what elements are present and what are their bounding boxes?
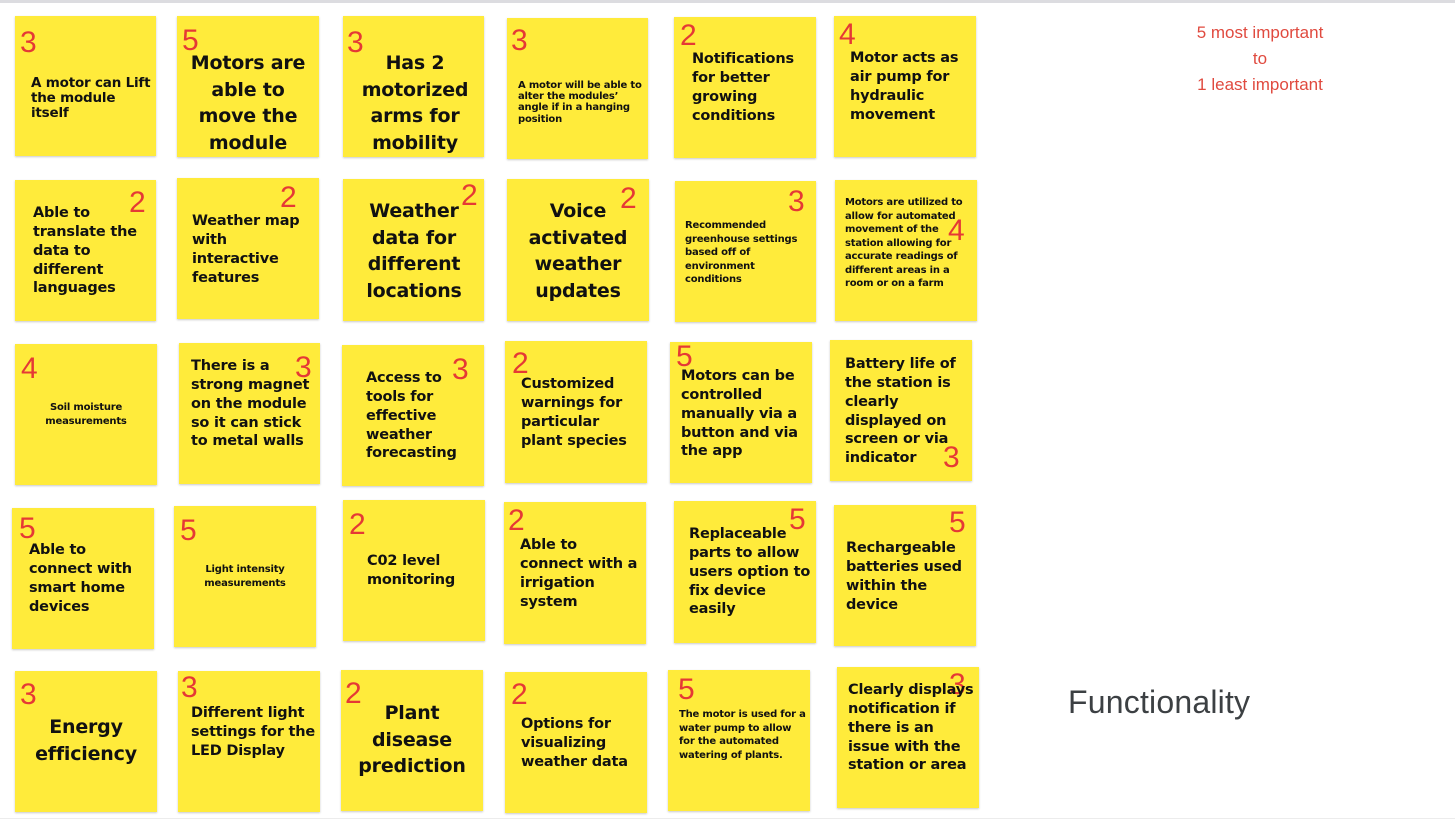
- note-text: Light intensity measurements: [204, 564, 286, 589]
- note-text: Weather map with interactive features: [192, 213, 300, 286]
- priority-legend: 5 most important to 1 least important: [1160, 20, 1360, 98]
- note-text: Options for visualizing weather data: [521, 716, 628, 770]
- priority-score: 2: [280, 181, 297, 214]
- note-text: Energy efficiency: [35, 716, 137, 765]
- priority-score: 3: [20, 26, 37, 59]
- note-text: C02 level monitoring: [367, 553, 456, 588]
- sticky-note[interactable]: 2 Weather data for different locations: [343, 179, 484, 321]
- note-text: Able to translate the data to different …: [33, 205, 137, 297]
- priority-score: 4: [21, 352, 38, 385]
- sticky-note[interactable]: 3 A motor will be able to alter the modu…: [507, 18, 648, 159]
- note-text: Rechargeable batteries used within the d…: [846, 540, 962, 613]
- sticky-note[interactable]: 4 Motors are utilized to allow for autom…: [835, 180, 977, 321]
- note-text: Motors are able to move the module: [190, 52, 306, 154]
- note-text: Customized warnings for particular plant…: [521, 376, 627, 449]
- sticky-note[interactable]: 5 Able to connect with smart home device…: [12, 508, 154, 649]
- priority-score: 4: [839, 18, 856, 51]
- note-text: Able to connect with a irrigation system: [520, 537, 638, 610]
- sticky-note[interactable]: 3 Clearly displays notification if there…: [837, 667, 979, 808]
- note-text: A motor will be able to alter the module…: [518, 80, 642, 125]
- sticky-note[interactable]: 2 C02 level monitoring: [343, 500, 485, 641]
- sticky-note[interactable]: 5 Rechargeable batteries used within the…: [834, 505, 976, 646]
- sticky-note[interactable]: 2 Able to translate the data to differen…: [15, 180, 156, 321]
- sticky-note[interactable]: 2 Able to connect with a irrigation syst…: [504, 502, 646, 644]
- sticky-note[interactable]: 5 Motors can be controlled manually via …: [670, 342, 812, 483]
- legend-line-to: to: [1252, 49, 1268, 68]
- sticky-note[interactable]: 3 Has 2 motorized arms for mobility: [343, 16, 484, 157]
- sticky-note[interactable]: 3 Access to tools for effective weather …: [342, 345, 484, 486]
- sticky-note[interactable]: 2 Notifications for better growing condi…: [674, 17, 816, 158]
- priority-score: 3: [181, 671, 198, 704]
- category-title: Functionality: [1068, 684, 1251, 720]
- sticky-note[interactable]: 2 Customized warnings for particular pla…: [505, 341, 647, 483]
- priority-score: 2: [680, 19, 697, 52]
- legend-line-most: 5 most important: [1196, 23, 1324, 42]
- priority-score: 5: [678, 673, 695, 706]
- priority-score: 2: [508, 504, 525, 537]
- priority-score: 2: [511, 678, 528, 711]
- sticky-note[interactable]: 3 Recommended greenhouse settings based …: [675, 181, 816, 322]
- note-text: Notifications for better growing conditi…: [692, 51, 794, 124]
- sticky-note[interactable]: 2 Plant disease prediction: [341, 670, 483, 811]
- sticky-note[interactable]: 2 Options for visualizing weather data: [505, 672, 647, 813]
- note-text: Soil moisture measurements: [45, 402, 127, 427]
- priority-score: 3: [20, 678, 37, 711]
- priority-score: 5: [19, 512, 36, 545]
- priority-score: 2: [349, 508, 366, 541]
- note-text: Has 2 motorized arms for mobility: [361, 52, 469, 154]
- note-text: Motor acts as air pump for hydraulic mov…: [850, 50, 959, 123]
- sticky-note[interactable]: 5 The motor is used for a water pump to …: [668, 670, 810, 811]
- note-text: Access to tools for effective weather fo…: [366, 370, 457, 462]
- whiteboard-canvas[interactable]: 3 A motor can Lift the module itself 5 M…: [0, 0, 1455, 821]
- note-text: Clearly displays notification if there i…: [848, 682, 974, 774]
- sticky-note[interactable]: 5 Motors are able to move the module: [177, 16, 319, 157]
- sticky-note[interactable]: 2 Weather map with interactive features: [177, 178, 319, 319]
- note-text: Motors can be controlled manually via a …: [681, 368, 798, 460]
- bottom-border: [0, 818, 1455, 819]
- sticky-note[interactable]: 3 There is a strong magnet on the module…: [179, 343, 320, 484]
- note-text: A motor can Lift the module itself: [31, 75, 151, 122]
- sticky-note[interactable]: 3 A motor can Lift the module itself: [15, 16, 156, 156]
- note-text: There is a strong magnet on the module s…: [191, 358, 310, 450]
- note-text: Different light settings for the LED Dis…: [191, 705, 316, 759]
- note-text: Replaceable parts to allow users option …: [689, 526, 811, 618]
- sticky-note[interactable]: 3 Different light settings for the LED D…: [178, 671, 320, 812]
- legend-line-least: 1 least important: [1197, 75, 1323, 94]
- note-text: Plant disease prediction: [358, 702, 466, 778]
- sticky-note[interactable]: 4 Motor acts as air pump for hydraulic m…: [834, 16, 976, 157]
- sticky-note[interactable]: 5 Replaceable parts to allow users optio…: [674, 501, 816, 643]
- note-text: Voice activated weather updates: [528, 200, 628, 302]
- priority-score: 3: [511, 24, 528, 57]
- sticky-note[interactable]: 3 Energy efficiency: [15, 671, 157, 812]
- note-text: Able to connect with smart home devices: [29, 542, 132, 615]
- sticky-note[interactable]: 5 Light intensity measurements: [174, 506, 316, 647]
- priority-score: 5: [180, 514, 197, 547]
- priority-score: 3: [788, 185, 805, 218]
- sticky-note[interactable]: 2 Voice activated weather updates: [507, 179, 649, 321]
- note-text: The motor is used for a water pump to al…: [679, 709, 806, 761]
- note-text: Motors are utilized to allow for automat…: [845, 197, 963, 289]
- sticky-note[interactable]: 3 Battery life of the station is clearly…: [830, 340, 972, 481]
- note-text: Weather data for different locations: [366, 200, 462, 302]
- note-text: Recommended greenhouse settings based of…: [685, 220, 798, 285]
- priority-score: 5: [949, 506, 966, 539]
- note-text: Battery life of the station is clearly d…: [845, 356, 956, 467]
- sticky-note[interactable]: 4 Soil moisture measurements: [15, 344, 157, 485]
